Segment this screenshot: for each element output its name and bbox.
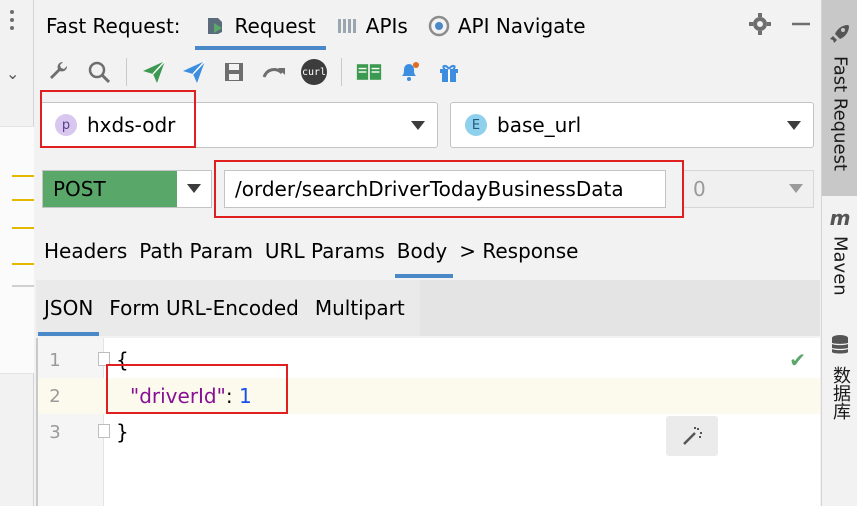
left-tool-strip: ⌄ [0,0,34,506]
param-tabs: Headers Path Param URL Params Body > Res… [40,224,586,278]
right-tool-window-bar: Fast Request m Maven 数据库 [821,0,857,506]
chevron-down-icon [789,184,803,193]
change-marker [12,263,34,265]
navigate-icon [428,15,450,37]
panel-title: Fast Request: [46,14,181,38]
send-debug-icon[interactable] [181,59,207,85]
change-marker [12,199,34,201]
env-badge: E [465,114,487,136]
checkmark-icon: ✔ [789,348,806,372]
tab-request-label: Request [234,14,316,38]
gear-icon[interactable] [748,12,772,40]
rocket-icon [828,22,852,50]
tab-api-navigate[interactable]: API Navigate [418,0,596,52]
toolbar-separator [341,58,342,86]
port-value: 0 [693,177,706,201]
toolbar-separator [126,58,127,86]
port-select[interactable]: 0 [682,170,814,208]
fast-request-panel: Fast Request: Request APIs API Navigate [36,0,820,506]
maven-icon: m [829,206,851,230]
highlight-box-json [106,364,288,414]
change-marker [12,285,34,287]
tab-body[interactable]: Body [393,224,456,278]
line-number: 3 [49,421,61,443]
search-icon[interactable] [86,59,112,85]
env-select[interactable]: E base_url [450,102,814,148]
tab-apis[interactable]: APIs [326,0,418,52]
tool-window-header: Fast Request: Request APIs API Navigate [36,0,820,52]
apis-icon [336,15,358,37]
method-value: POST [43,171,177,207]
database-icon [830,334,850,360]
method-select[interactable]: POST [42,170,212,208]
more-options-icon[interactable] [6,10,18,38]
sidebar-item-label: Fast Request [829,56,851,172]
neighbor-editor-stub [0,126,34,374]
change-marker [12,227,34,229]
tab-headers[interactable]: Headers [40,224,135,278]
line-number: 2 [49,385,61,407]
toolbar: curl [36,52,820,92]
tab-response[interactable]: > Response [455,224,586,278]
change-marker [12,175,34,177]
chevron-down-icon [187,184,201,193]
tab-api-navigate-label: API Navigate [457,14,586,38]
body-type-tabs: JSON Form URL-Encoded Multipart [36,280,820,336]
tab-request[interactable]: Request [194,0,327,52]
redo-icon[interactable] [261,59,287,85]
highlight-box-project [40,90,196,148]
highlight-box-url [214,160,684,218]
wrench-icon[interactable] [46,59,72,85]
tab-apis-label: APIs [365,14,408,38]
sidebar-item-fast-request[interactable]: Fast Request [822,0,857,196]
tab-path-param[interactable]: Path Param [135,224,261,278]
gift-icon[interactable] [436,59,462,85]
tab-multipart[interactable]: Multipart [307,280,413,336]
fold-marker-icon[interactable] [98,424,110,438]
sidebar-item-label: 数据库 [830,366,851,420]
format-wand-icon[interactable] [666,416,718,456]
chevron-down-icon[interactable]: ⌄ [6,64,19,83]
tab-form-url-encoded[interactable]: Form URL-Encoded [101,280,307,336]
docs-icon[interactable] [356,59,382,85]
save-icon[interactable] [221,59,247,85]
chevron-down-icon [787,121,801,130]
env-select-value: base_url [497,113,582,137]
curl-icon[interactable]: curl [301,59,327,85]
tab-url-params[interactable]: URL Params [261,224,393,278]
sidebar-item-maven[interactable]: m Maven [822,204,857,314]
tab-json[interactable]: JSON [36,280,101,336]
request-icon [205,15,227,37]
sidebar-item-database[interactable]: 数据库 [822,330,857,430]
line-number: 1 [49,349,61,371]
minimize-icon[interactable] [790,13,812,39]
sidebar-item-label: Maven [829,236,851,296]
notify-icon[interactable] [396,59,422,85]
send-icon[interactable] [141,59,167,85]
chevron-down-icon [411,121,425,130]
code-text: } [116,420,129,444]
